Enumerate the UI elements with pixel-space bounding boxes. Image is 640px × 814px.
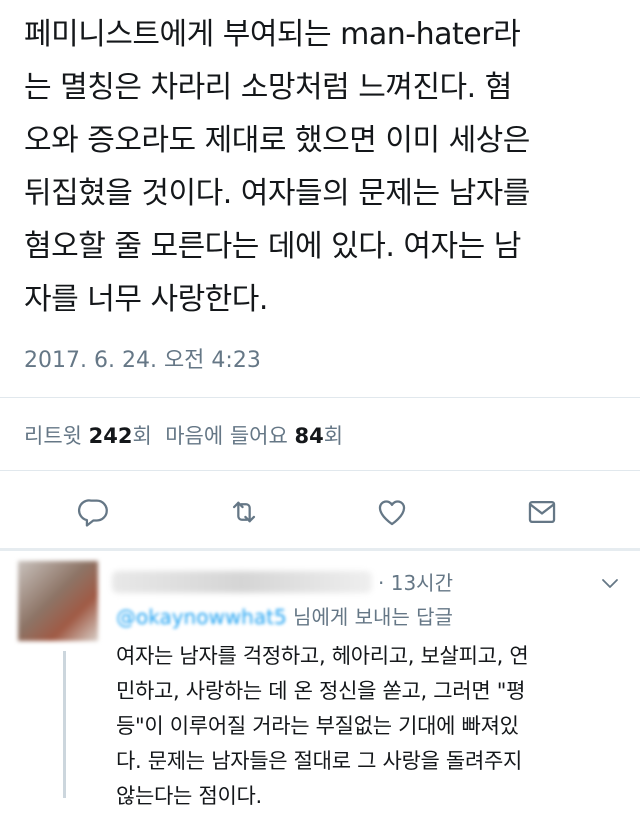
like-icon [378, 500, 406, 526]
divider [0, 397, 640, 398]
likes-count[interactable]: 84 [294, 424, 323, 448]
thread-line [63, 651, 66, 798]
reply-button[interactable] [72, 490, 116, 534]
direct-message-button[interactable] [520, 490, 564, 534]
reply-icon [77, 499, 108, 527]
like-button[interactable] [370, 490, 414, 534]
likes-unit: 회 [323, 424, 344, 448]
engagement-stats: 리트윗 242회 마음에 들어요 84회 [24, 420, 343, 450]
reply-to-handle[interactable]: @okaynowwhat5 [116, 605, 287, 629]
retweets-unit: 회 [132, 424, 152, 448]
reply-to-suffix: 님에게 보내는 답글 [286, 605, 453, 629]
retweet-button[interactable] [222, 490, 266, 534]
retweets-count[interactable]: 242 [89, 424, 133, 448]
chevron-down-icon[interactable] [598, 571, 622, 595]
blurred-user-name[interactable] [112, 571, 372, 593]
reply-tweet[interactable]: · 13시간 @okaynowwhat5 님에게 보내는 답글 여자는 남자를 … [0, 551, 640, 808]
reply-to-line: @okaynowwhat5 님에게 보내는 답글 [116, 601, 453, 630]
tweet-text: 페미니스트에게 부여되는 man-hater라 는 멸칭은 차라리 소망처럼 느… [24, 17, 530, 317]
tweet-timestamp[interactable]: 2017. 6. 24. 오전 4:23 [24, 342, 261, 374]
divider [0, 470, 640, 471]
tweet-actions [0, 490, 640, 534]
avatar[interactable] [18, 561, 98, 641]
reply-text: 여자는 남자를 걱정하고, 헤아리고, 보살피고, 연 민하고, 사랑하는 데 … [116, 644, 529, 808]
retweets-label: 리트윗 [24, 424, 82, 448]
reply-time-ago[interactable]: · 13시간 [378, 567, 453, 596]
retweet-icon [232, 501, 256, 523]
direct-message-icon [528, 500, 556, 524]
likes-label: 마음에 들어요 [165, 424, 288, 448]
